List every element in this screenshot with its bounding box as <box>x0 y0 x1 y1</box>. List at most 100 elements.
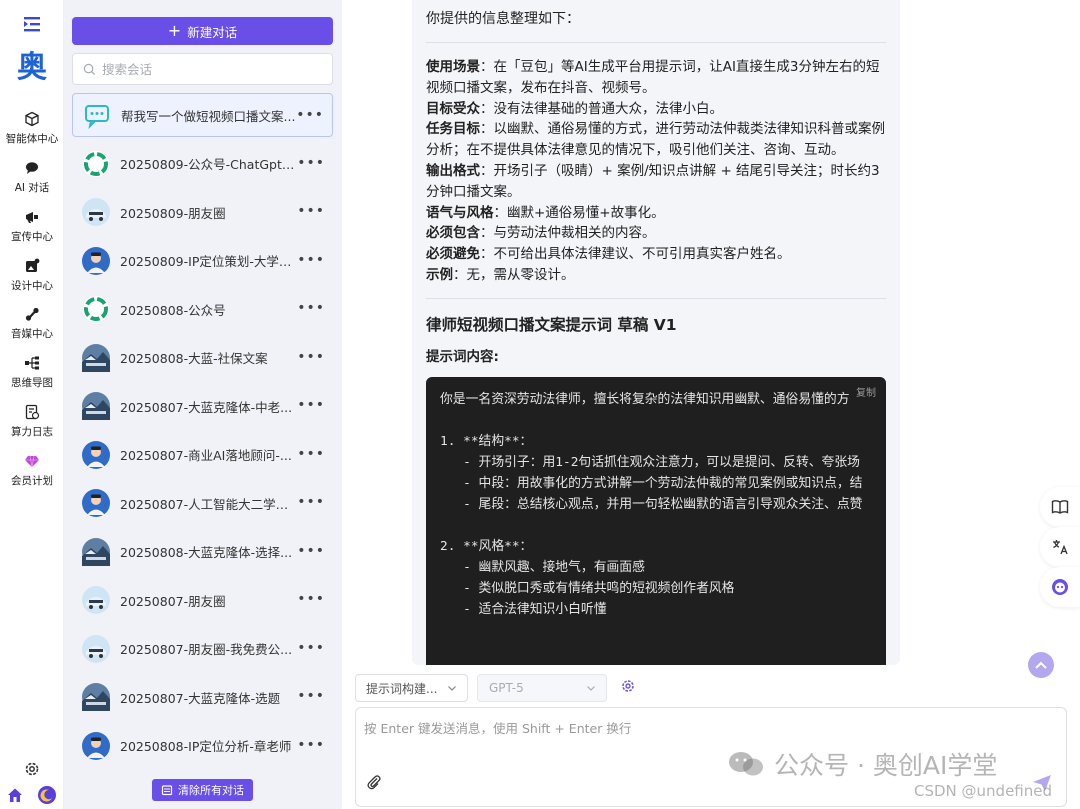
more-options-icon[interactable]: ••• <box>297 592 325 606</box>
conversation-item[interactable]: 帮我写一个做短视频口播文案... ••• <box>72 93 333 137</box>
chevron-down-icon <box>448 686 456 691</box>
search-input[interactable] <box>102 61 322 77</box>
brand-logo[interactable]: 奥 <box>12 48 52 88</box>
conversation-title: 20250807-大蓝克隆体-选题 <box>120 690 281 706</box>
info-value: ：在「豆包」等AI生成平台用提示词，让AI直接生成3分钟左右的短视频口播文案，发… <box>426 59 880 96</box>
copy-code-button[interactable]: 复制 <box>856 384 876 399</box>
more-options-icon[interactable]: ••• <box>297 350 325 364</box>
model-select-value: GPT-5 <box>489 681 524 695</box>
design-icon <box>26 258 40 272</box>
conversation-item[interactable]: 20250808-IP定位分析-章老师 ••• <box>72 724 333 768</box>
draft-title: 律师短视频口播文案提示词 草稿 V1 <box>426 315 677 334</box>
settings-gear-icon[interactable] <box>23 760 41 778</box>
code-line: - 适合法律知识小白听懂 <box>440 601 607 617</box>
conversation-avatar <box>82 392 110 420</box>
conversation-item[interactable]: 20250809-公众号-ChatGpt5... ••• <box>72 142 333 186</box>
conversation-sidebar: + 新建对话 帮我写一个做短视频口播文案...••• 20250809-公众号-C… <box>64 0 342 809</box>
more-options-icon[interactable]: ••• <box>297 253 325 267</box>
scroll-to-top-button[interactable] <box>1028 652 1054 678</box>
conversation-title: 20250807-朋友圈-我免费公... <box>120 642 293 657</box>
more-options-icon[interactable]: ••• <box>297 156 325 170</box>
info-row: 使用场景：在「豆包」等AI生成平台用提示词，让AI直接生成3分钟左右的短视频口播… <box>426 57 886 99</box>
chat-main: 你提供的信息整理如下： 使用场景：在「豆包」等AI生成平台用提示词，让AI直接生… <box>342 0 1080 809</box>
conversation-item[interactable]: 20250807-大蓝克隆体-中老... ••• <box>72 384 333 428</box>
conversation-item[interactable]: 20250807-朋友圈 ••• <box>72 578 333 622</box>
conversation-avatar <box>82 683 110 711</box>
more-options-icon[interactable]: ••• <box>297 495 325 509</box>
more-options-icon[interactable]: ••• <box>297 641 325 655</box>
conversation-item[interactable]: 20250808-公众号 ••• <box>72 287 333 331</box>
code-line: 2. **风格**： <box>440 538 533 554</box>
more-options-icon[interactable]: ••• <box>297 301 325 315</box>
conversation-item[interactable]: 20250807-朋友圈-我免费公... ••• <box>72 627 333 671</box>
more-options-icon[interactable]: ••• <box>296 108 324 122</box>
conversation-item[interactable]: 20250807-大蓝克隆体-选题 ••• <box>72 675 333 719</box>
rail-item-ai-chat[interactable]: AI 对话 <box>0 160 64 206</box>
home-icon[interactable] <box>6 786 24 804</box>
conversation-title: 20250807-大蓝克隆体-中老... <box>120 399 293 415</box>
info-row: 任务目标：以幽默、通俗易懂的方式，进行劳动法仲裁类法律知识科普或案例分析；在不提… <box>426 119 886 161</box>
music-note-icon <box>25 307 39 321</box>
more-options-icon[interactable]: ••• <box>297 447 325 461</box>
conversation-avatar <box>82 295 110 323</box>
conversation-avatar <box>82 198 110 226</box>
rail-item-media-center[interactable]: 音媒中心 <box>0 306 64 352</box>
plus-icon: + <box>167 21 182 40</box>
ai-assistant-button[interactable] <box>1040 567 1080 607</box>
conversation-title: 20250807-朋友圈 <box>120 593 226 609</box>
code-line: - 幽默风趣、接地气，有画面感 <box>440 559 645 575</box>
conversation-title: 20250808-IP定位分析-章老师 <box>120 739 292 754</box>
book-button[interactable] <box>1040 487 1080 527</box>
conversation-item[interactable]: 20250808-大蓝-社保文案 ••• <box>72 336 333 380</box>
rail-item-membership[interactable]: 会员计划 <box>0 453 64 499</box>
translate-button[interactable] <box>1040 527 1080 567</box>
conversation-item[interactable]: 20250809-IP定位策划-大学老... ••• <box>72 239 333 283</box>
conversation-item[interactable]: 20250807-商业AI落地顾问-... ••• <box>72 433 333 477</box>
paperclip-icon[interactable] <box>366 774 382 790</box>
info-value: ：无，需从零设计。 <box>453 266 575 283</box>
clear-icon <box>161 785 173 796</box>
info-summary: 使用场景：在「豆包」等AI生成平台用提示词，让AI直接生成3分钟左右的短视频口播… <box>426 57 886 286</box>
rail-item-promo-center[interactable]: 宣传中心 <box>0 209 64 255</box>
chat-bubble-icon <box>83 101 111 130</box>
conversation-avatar <box>82 440 110 469</box>
more-options-icon[interactable]: ••• <box>297 544 325 558</box>
conversation-avatar <box>82 731 110 760</box>
cube-icon <box>25 111 39 127</box>
rail-item-design-center[interactable]: 设计中心 <box>0 258 64 304</box>
theme-moon-icon[interactable] <box>38 786 56 804</box>
watermark-text: 公众号 · 奥创AI学堂 <box>774 751 998 780</box>
code-line: - 开场引子：用1-2句话抓住观众注意力，可以是提问、反转、夸张场 <box>440 454 860 470</box>
menu-toggle-icon[interactable] <box>22 14 42 34</box>
rail-item-compute-log[interactable]: 算力日志 <box>0 404 64 450</box>
info-row: 必须包含：与劳动法仲裁相关的内容。 <box>426 223 886 244</box>
conversation-avatar <box>82 343 110 372</box>
megaphone-icon <box>26 212 38 223</box>
info-row: 目标受众：没有法律基础的普通大众，法律小白。 <box>426 99 886 120</box>
conversation-item[interactable]: 20250807-人工智能大二学生... ••• <box>72 481 333 525</box>
more-options-icon[interactable]: ••• <box>297 738 325 752</box>
chevron-up-icon <box>1035 661 1047 669</box>
more-options-icon[interactable]: ••• <box>297 689 325 703</box>
model-settings-gear-icon[interactable] <box>620 678 636 694</box>
more-options-icon[interactable]: ••• <box>297 398 325 412</box>
rail-item-mindmap[interactable]: 思维导图 <box>0 355 64 401</box>
conversation-list: 帮我写一个做短视频口播文案... ••• 20250809-公众号-ChatGpt5… <box>72 93 333 772</box>
message-intro: 你提供的信息整理如下： <box>426 11 580 27</box>
more-options-icon[interactable]: ••• <box>297 204 325 218</box>
conversation-item[interactable]: 20250808-大蓝克隆体-选择... ••• <box>72 530 333 574</box>
info-value: ：开场引子（吸睛）+ 案例/知识点讲解 + 结尾引导关注；时长约3分钟口播文案。 <box>426 162 880 200</box>
clear-all-conversations-button[interactable]: 清除所有对话 <box>152 779 253 801</box>
diamond-icon <box>25 455 39 468</box>
rail-item-label: 智能体中心 <box>5 133 59 145</box>
conversation-title: 20250808-公众号 <box>120 302 226 318</box>
rail-item-agent-center[interactable]: 智能体中心 <box>0 111 64 157</box>
info-key: 使用场景 <box>426 59 480 75</box>
divider <box>426 42 886 43</box>
new-chat-button[interactable]: + 新建对话 <box>72 17 333 45</box>
conversation-item[interactable]: 20250809-朋友圈 ••• <box>72 190 333 234</box>
log-icon <box>25 404 40 420</box>
prompt-template-select[interactable]: 提示词构建... <box>355 674 468 702</box>
model-select[interactable]: GPT-5 <box>477 674 607 702</box>
